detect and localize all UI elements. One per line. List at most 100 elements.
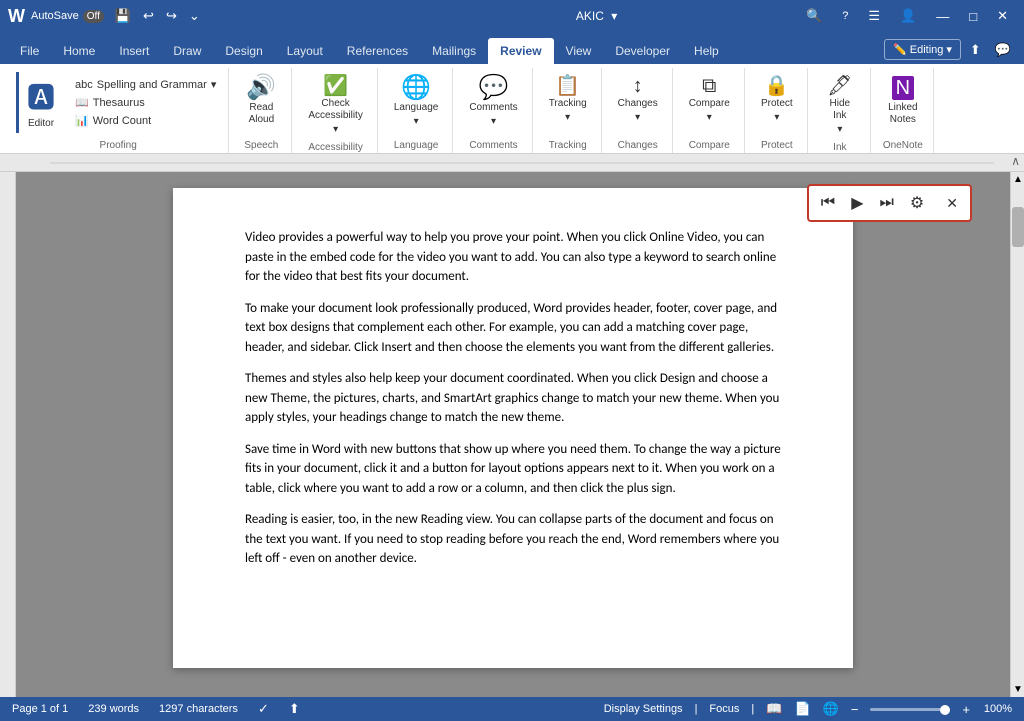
accessibility-dropdown: ▾: [333, 124, 338, 136]
undo-button[interactable]: ↩: [138, 6, 159, 26]
focus-button[interactable]: Focus: [709, 703, 739, 715]
titlebar-controls: 🔍 ? ☰ 👤 — □ ✕: [798, 4, 1016, 28]
view-web-button[interactable]: 🌐: [823, 701, 839, 717]
ribbon-content: 🅰 Editor abc Spelling and Grammar ▾ 📖 Th…: [0, 64, 1024, 154]
protect-button[interactable]: 🔒 Protect ▾: [755, 72, 799, 128]
tab-mailings[interactable]: Mailings: [420, 38, 488, 64]
ribbon-display-button[interactable]: ☰: [860, 4, 888, 28]
comments-button[interactable]: 💬 Comments ▾: [463, 72, 523, 132]
vertical-scrollbar[interactable]: ▲ ▼: [1010, 172, 1024, 697]
linked-notes-button[interactable]: N LinkedNotes: [881, 72, 925, 130]
compare-button[interactable]: ⧉ Compare ▾: [683, 72, 736, 128]
proof-check-icon[interactable]: ✓: [258, 701, 269, 717]
search-button[interactable]: 🔍: [798, 4, 830, 28]
zoom-bar: [870, 708, 950, 711]
word-count-button[interactable]: 📊 Word Count: [71, 112, 220, 129]
ribbon-group-protect: 🔒 Protect ▾ Protect: [747, 68, 808, 153]
view-read-button[interactable]: 📖: [766, 701, 782, 717]
tab-design[interactable]: Design: [213, 38, 274, 64]
scrollbar-thumb[interactable]: [1012, 207, 1024, 247]
autosave-toggle[interactable]: Off: [83, 10, 104, 23]
onenote-icon: N: [892, 76, 914, 100]
read-aloud-button[interactable]: 🔊 ReadAloud: [239, 72, 283, 130]
tab-draw[interactable]: Draw: [161, 38, 213, 64]
zoom-slider-thumb[interactable]: [940, 705, 950, 715]
proofing-stacked: abc Spelling and Grammar ▾ 📖 Thesaurus 📊…: [71, 72, 220, 129]
ribbon-group-comments: 💬 Comments ▾ Comments: [455, 68, 532, 153]
comments-content: 💬 Comments ▾: [463, 68, 523, 138]
share-button[interactable]: ⬆: [965, 40, 986, 60]
read-aloud-close-button[interactable]: ✕: [940, 192, 964, 215]
zoom-slider[interactable]: [870, 708, 950, 711]
scroll-down-button[interactable]: ▼: [1011, 682, 1024, 697]
minimize-button[interactable]: —: [928, 5, 957, 28]
hide-ink-button[interactable]: 🖋 HideInk ▾: [818, 72, 862, 140]
language-button[interactable]: 🌐 Language ▾: [388, 72, 445, 132]
display-settings-button[interactable]: Display Settings: [604, 703, 683, 715]
tracking-icon: 📋: [555, 76, 580, 96]
word-count-icon: 📊: [75, 114, 89, 127]
title-dropdown-icon[interactable]: ▾: [611, 9, 617, 23]
changes-label: Changes: [618, 98, 658, 110]
save-button[interactable]: 💾: [110, 6, 136, 26]
document-content[interactable]: Video provides a powerful way to help yo…: [173, 188, 853, 668]
changes-button[interactable]: ↕ Changes ▾: [612, 72, 664, 128]
maximize-button[interactable]: □: [961, 5, 985, 28]
check-accessibility-button[interactable]: ✅ CheckAccessibility ▾: [302, 72, 368, 140]
more-quick-access-button[interactable]: ⌄: [184, 6, 205, 26]
spelling-grammar-button[interactable]: abc Spelling and Grammar ▾: [71, 76, 220, 93]
thesaurus-button[interactable]: 📖 Thesaurus: [71, 94, 220, 111]
tab-file[interactable]: File: [8, 38, 51, 64]
upload-icon[interactable]: ⬆: [289, 701, 300, 717]
read-aloud-play-button[interactable]: ▶: [845, 190, 869, 216]
proofing-label: Proofing: [16, 138, 220, 153]
scroll-up-button[interactable]: ▲: [1011, 172, 1024, 187]
zoom-out-button[interactable]: −: [851, 702, 859, 717]
statusbar-separator-1: |: [695, 703, 698, 715]
tracking-group-label: Tracking: [543, 138, 593, 153]
tab-view[interactable]: View: [554, 38, 604, 64]
accessibility-label: CheckAccessibility: [308, 98, 362, 122]
tab-insert[interactable]: Insert: [107, 38, 161, 64]
tab-review[interactable]: Review: [488, 38, 553, 64]
editing-icon: ✏️: [893, 43, 907, 56]
tracking-button[interactable]: 📋 Tracking ▾: [543, 72, 593, 128]
read-aloud-prev-button[interactable]: ⏮: [815, 191, 841, 215]
account-button[interactable]: 👤: [892, 4, 924, 28]
ribbon-collapse-button[interactable]: ∧: [1011, 154, 1020, 168]
ink-icon: 🖋: [827, 76, 852, 96]
tab-layout[interactable]: Layout: [275, 38, 335, 64]
editing-mode-button[interactable]: ✏️ Editing ▾: [884, 39, 961, 60]
zoom-in-button[interactable]: +: [962, 702, 970, 717]
document-area[interactable]: ⏮ ▶ ⏭ ⚙ ✕ Video provides a powerful way …: [16, 172, 1010, 697]
read-aloud-toolbar: ⏮ ▶ ⏭ ⚙ ✕: [807, 184, 972, 222]
ribbon-tab-right: ✏️ Editing ▾ ⬆ 💬: [884, 39, 1016, 64]
protect-dropdown: ▾: [774, 112, 779, 124]
tab-help[interactable]: Help: [682, 38, 731, 64]
tab-developer[interactable]: Developer: [603, 38, 682, 64]
thesaurus-icon: 📖: [75, 96, 89, 109]
comments-pane-button[interactable]: 💬: [990, 40, 1016, 60]
editor-button[interactable]: 🅰 Editor: [16, 72, 63, 133]
redo-button[interactable]: ↪: [161, 6, 182, 26]
close-button[interactable]: ✕: [989, 4, 1016, 28]
ribbon-group-proofing: 🅰 Editor abc Spelling and Grammar ▾ 📖 Th…: [8, 68, 229, 153]
document-title: AKIC ▾: [403, 9, 790, 23]
read-aloud-next-button[interactable]: ⏭: [874, 191, 900, 215]
read-aloud-settings-button[interactable]: ⚙: [904, 190, 930, 216]
accessibility-icon: ✅: [323, 76, 348, 96]
paragraph-5: Reading is easier, too, in the new Readi…: [245, 510, 781, 569]
read-aloud-label: ReadAloud: [249, 102, 275, 126]
changes-content: ↕ Changes ▾: [612, 68, 664, 138]
tab-home[interactable]: Home: [51, 38, 107, 64]
protect-group-label: Protect: [755, 138, 799, 153]
tracking-content: 📋 Tracking ▾: [543, 68, 593, 138]
help-button[interactable]: ?: [834, 6, 856, 26]
ribbon-tab-bar: File Home Insert Draw Design Layout Refe…: [0, 32, 1024, 64]
editor-label: Editor: [28, 118, 54, 129]
tab-references[interactable]: References: [335, 38, 420, 64]
language-group-label: Language: [388, 138, 445, 153]
spelling-label: Spelling and Grammar: [97, 79, 207, 91]
view-print-button[interactable]: 📄: [794, 701, 810, 717]
accessibility-content: ✅ CheckAccessibility ▾: [302, 68, 368, 140]
